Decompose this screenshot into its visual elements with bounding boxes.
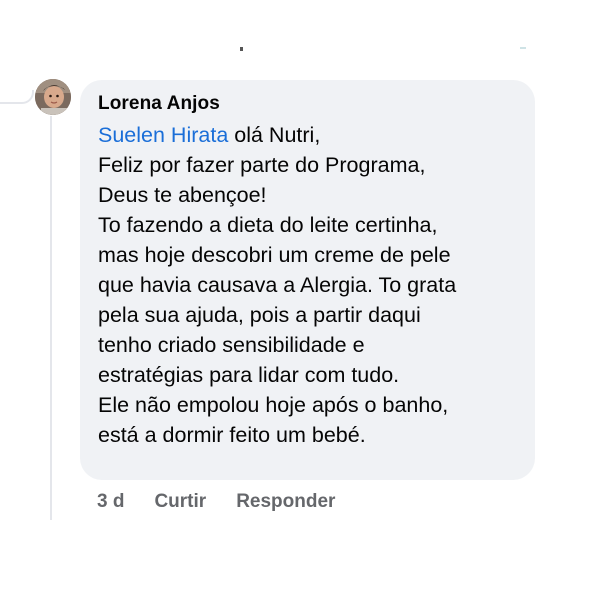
- reply-button[interactable]: Responder: [236, 491, 335, 513]
- comment-line: está a dormir feito um bebé.: [98, 423, 366, 447]
- comment-line: mas hoje descobri um creme de pele: [98, 243, 451, 267]
- like-button[interactable]: Curtir: [154, 491, 206, 513]
- artifact-mark: [240, 47, 243, 51]
- profile-photo: [35, 79, 71, 115]
- comment-author[interactable]: Lorena Anjos: [98, 90, 519, 118]
- comment-line: Deus te abençoe!: [98, 183, 267, 207]
- thread-connector-line: [0, 90, 34, 104]
- comment-line: pela sua ajuda, pois a partir daqui: [98, 303, 421, 327]
- comment-line: que havia causava a Alergia. To grata: [98, 273, 457, 297]
- comment-timestamp[interactable]: 3 d: [97, 491, 124, 513]
- comment-bubble: Lorena Anjos Suelen Hirata olá Nutri, Fe…: [80, 80, 535, 480]
- comment-line: To fazendo a dieta do leite certinha,: [98, 213, 438, 237]
- comment-line: Suelen Hirata olá Nutri,: [98, 120, 519, 150]
- comment-line: estratégias para lidar com tudo.: [98, 363, 400, 387]
- comment-thread: Lorena Anjos Suelen Hirata olá Nutri, Fe…: [0, 0, 600, 600]
- thread-line: [50, 116, 52, 520]
- comment-line: Ele não empolou hoje após o banho,: [98, 393, 449, 417]
- comment-line-text: olá Nutri,: [228, 123, 321, 147]
- avatar[interactable]: [35, 79, 71, 115]
- artifact-mark: [520, 47, 526, 49]
- mention-link[interactable]: Suelen Hirata: [98, 123, 228, 147]
- comment-actions: 3 d Curtir Responder: [97, 489, 335, 515]
- comment-line: tenho criado sensibilidade e: [98, 333, 365, 357]
- comment-text: Suelen Hirata olá Nutri, Feliz por fazer…: [98, 120, 519, 450]
- comment-line: Feliz por fazer parte do Programa,: [98, 153, 426, 177]
